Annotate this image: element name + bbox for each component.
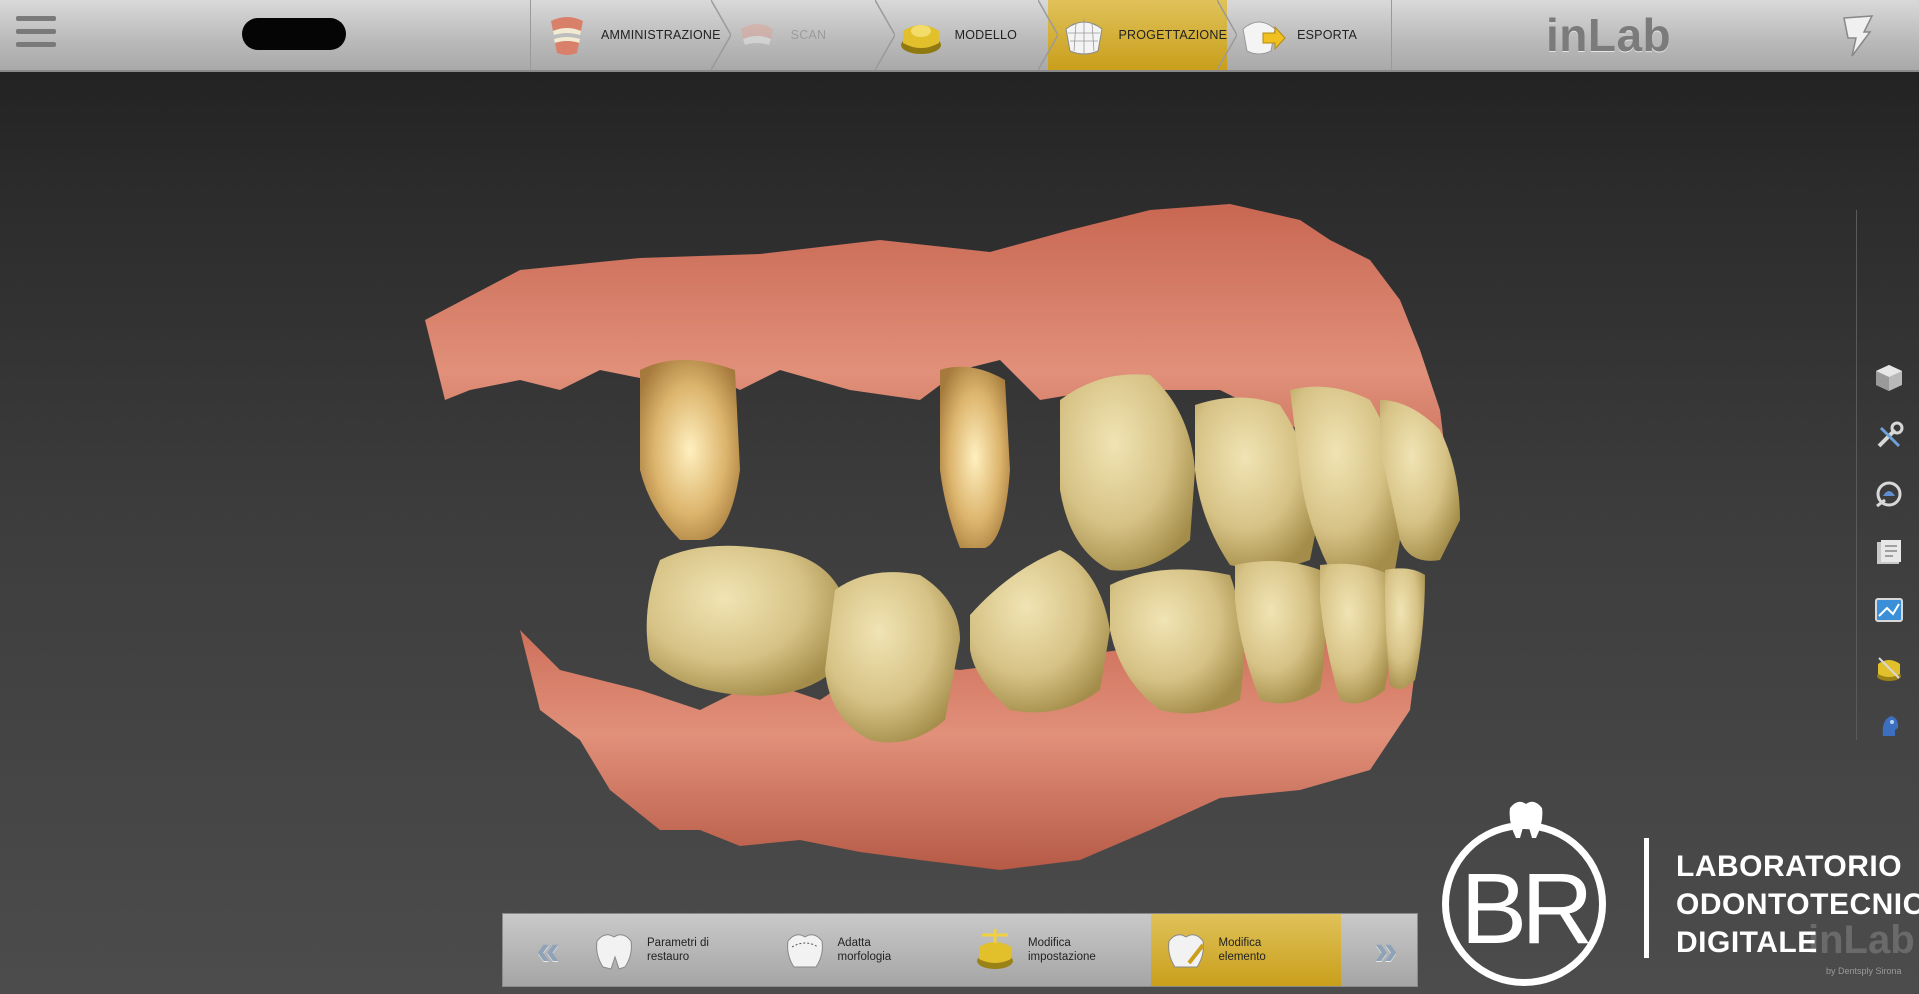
- chevron-separator: [1038, 0, 1059, 70]
- export-icon: [1242, 21, 1286, 55]
- design-steps-bar: « Parametri di restauro Adatta morfologi…: [502, 913, 1418, 987]
- previous-button[interactable]: «: [503, 914, 579, 986]
- scan-icon: [740, 24, 773, 45]
- lab-brand-logo: BR LABORATORIO ODONTOTECNICO DIGITALE: [1436, 796, 1919, 994]
- lightning-icon[interactable]: [1838, 12, 1878, 58]
- brand-line2: ODONTOTECNICO: [1676, 888, 1919, 921]
- tools-icon[interactable]: [1873, 420, 1905, 452]
- brand-line3: DIGITALE: [1676, 926, 1818, 959]
- right-toolbar: [1856, 210, 1919, 740]
- edit-element-icon: [1167, 934, 1205, 968]
- step-label-line2: restauro: [647, 951, 690, 963]
- step-amministrazione[interactable]: AMMINISTRAZIONE: [531, 0, 731, 70]
- step-modello[interactable]: MODELLO: [885, 0, 1059, 70]
- brand-line1: LABORATORIO: [1676, 850, 1903, 883]
- step-label-line1: Adatta: [837, 937, 871, 949]
- step-label: MODELLO: [954, 28, 1018, 42]
- brand-divider: [1644, 838, 1649, 958]
- step-progettazione[interactable]: PROGETTAZIONE: [1048, 0, 1238, 70]
- step-modifica-impostazione[interactable]: Modifica impostazione: [960, 914, 1151, 986]
- model-icon: [900, 25, 941, 54]
- redacted-patient-name: [242, 18, 346, 50]
- jaw-icon: [551, 17, 583, 55]
- brand-monogram: BR: [1460, 853, 1594, 965]
- morphology-icon: [786, 934, 823, 968]
- app-logo: inLab: [1546, 9, 1672, 61]
- step-label-line2: impostazione: [1028, 951, 1096, 963]
- step-esporta[interactable]: ESPORTA: [1227, 0, 1391, 70]
- step-label: SCAN: [790, 28, 827, 42]
- model-tools-icon[interactable]: [1873, 652, 1905, 684]
- step-label: ESPORTA: [1297, 28, 1358, 42]
- workflow-steps: AMMINISTRAZIONE SCAN MODELLO PROGETTAZIO…: [530, 0, 1392, 70]
- step-label-line2: morfologia: [837, 951, 892, 963]
- step-label-line2: elemento: [1218, 951, 1266, 963]
- next-button[interactable]: »: [1341, 914, 1417, 986]
- design-icon: [1065, 19, 1104, 55]
- edit-setup-icon: [977, 929, 1013, 969]
- step-modifica-elemento[interactable]: Modifica elemento: [1150, 914, 1341, 986]
- chevron-separator: [1217, 0, 1238, 70]
- user-head-icon[interactable]: [1873, 710, 1905, 742]
- chevron-separator: [710, 0, 731, 70]
- step-parametri-restauro[interactable]: Parametri di restauro: [579, 914, 770, 986]
- step-label-line1: Parametri di: [647, 937, 709, 949]
- step-scan[interactable]: SCAN: [721, 0, 895, 70]
- tooth-icon: [1509, 801, 1543, 838]
- step-label: AMMINISTRAZIONE: [601, 28, 721, 42]
- chevron-separator: [874, 0, 895, 70]
- analysis-icon[interactable]: [1873, 478, 1905, 510]
- library-icon[interactable]: [1873, 536, 1905, 568]
- top-toolbar: AMMINISTRAZIONE SCAN MODELLO PROGETTAZIO…: [0, 0, 1919, 72]
- step-adatta-morfologia[interactable]: Adatta morfologia: [770, 914, 961, 986]
- view-cube-icon[interactable]: [1873, 362, 1905, 394]
- step-label-line1: Modifica: [1218, 937, 1262, 949]
- screenshot-icon[interactable]: [1873, 594, 1905, 626]
- menu-icon[interactable]: [16, 16, 56, 56]
- step-label-line1: Modifica: [1028, 937, 1071, 949]
- step-label: PROGETTAZIONE: [1118, 28, 1228, 42]
- tooth-params-icon: [596, 934, 632, 970]
